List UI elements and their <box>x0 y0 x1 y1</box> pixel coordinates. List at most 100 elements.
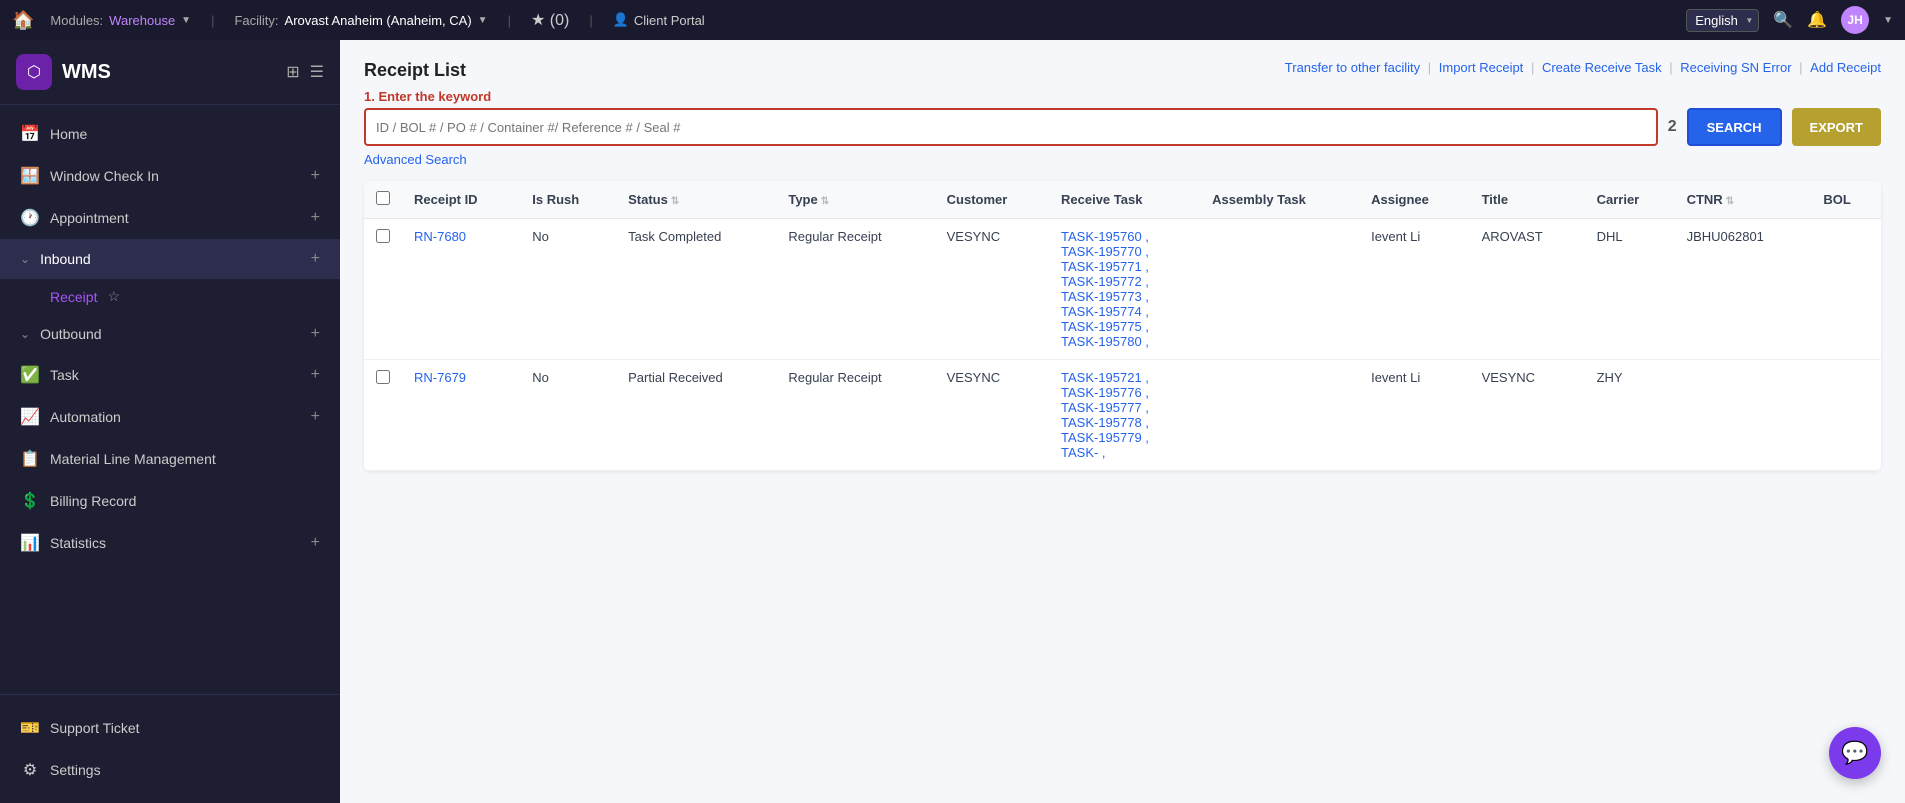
sidebar-footer: 🎫 Support Ticket ⚙ Settings <box>0 694 340 803</box>
sidebar-item-statistics[interactable]: 📊 Statistics + <box>0 522 340 564</box>
grid-icon[interactable]: ⊞ <box>286 62 299 82</box>
receive-task-link[interactable]: TASK-195778 , <box>1061 415 1188 430</box>
receive-task-link[interactable]: TASK-195770 , <box>1061 244 1188 259</box>
sidebar-item-outbound[interactable]: ⌄ Outbound + <box>0 314 340 354</box>
inbound-plus-icon[interactable]: + <box>311 250 320 268</box>
sidebar-item-automation[interactable]: 📈 Automation + <box>0 396 340 438</box>
sidebar-item-home[interactable]: 📅 Home <box>0 113 340 155</box>
receipt-id-link[interactable]: RN-7680 <box>414 229 508 244</box>
sidebar-item-settings-label: Settings <box>50 762 320 778</box>
transfer-link[interactable]: Transfer to other facility <box>1285 60 1420 75</box>
page-title: Receipt List <box>364 60 491 81</box>
search-button[interactable]: SEARCH <box>1687 108 1782 146</box>
add-receipt-link[interactable]: Add Receipt <box>1810 60 1881 75</box>
sidebar-title: WMS <box>62 61 111 84</box>
sidebar-item-billing[interactable]: 💲 Billing Record <box>0 480 340 522</box>
bell-icon[interactable]: 🔔 <box>1807 10 1827 30</box>
advanced-search-link[interactable]: Advanced Search <box>364 152 467 167</box>
receive-task-link[interactable]: TASK-195772 , <box>1061 274 1188 289</box>
sidebar-item-appointment[interactable]: 🕐 Appointment + <box>0 197 340 239</box>
modules-value: Warehouse <box>109 13 175 28</box>
sidebar-item-receipt-label: Receipt <box>50 289 97 305</box>
appointment-plus-icon[interactable]: + <box>311 209 320 227</box>
inbound-chevron-icon: ⌄ <box>20 252 30 266</box>
receive-task-link[interactable]: TASK-195773 , <box>1061 289 1188 304</box>
receive-task-link[interactable]: TASK-195771 , <box>1061 259 1188 274</box>
receive-task-link[interactable]: TASK-195774 , <box>1061 304 1188 319</box>
search-icon[interactable]: 🔍 <box>1773 10 1793 30</box>
automation-plus-icon[interactable]: + <box>311 408 320 426</box>
appointment-icon: 🕐 <box>20 208 40 228</box>
th-title: Title <box>1470 181 1585 219</box>
sidebar-item-statistics-label: Statistics <box>50 535 301 551</box>
cell-carrier: ZHY <box>1585 360 1675 471</box>
modules-section: Modules: Warehouse ▼ <box>50 13 191 28</box>
modules-dropdown-icon[interactable]: ▼ <box>181 15 191 26</box>
receive-task-link[interactable]: TASK-195776 , <box>1061 385 1188 400</box>
task-plus-icon[interactable]: + <box>311 366 320 384</box>
export-button[interactable]: EXPORT <box>1792 108 1881 146</box>
sidebar-item-window-check-in[interactable]: 🪟 Window Check In + <box>0 155 340 197</box>
page-title-section: Receipt List 1. Enter the keyword <box>364 60 491 104</box>
statistics-plus-icon[interactable]: + <box>311 534 320 552</box>
th-customer: Customer <box>935 181 1049 219</box>
window-check-in-plus-icon[interactable]: + <box>311 167 320 185</box>
sidebar-item-task[interactable]: ✅ Task + <box>0 354 340 396</box>
sidebar-item-settings[interactable]: ⚙ Settings <box>0 749 340 791</box>
outbound-plus-icon[interactable]: + <box>311 325 320 343</box>
receiving-sn-error-link[interactable]: Receiving SN Error <box>1680 60 1791 75</box>
header-row: Receipt List 1. Enter the keyword Transf… <box>364 60 1881 104</box>
favorites-icon[interactable]: ★ (0) <box>531 10 569 30</box>
automation-icon: 📈 <box>20 407 40 427</box>
receive-task-link[interactable]: TASK- , <box>1061 445 1188 460</box>
search-input[interactable] <box>376 120 1646 135</box>
cell-receive-task: TASK-195721 ,TASK-195776 ,TASK-195777 ,T… <box>1049 360 1200 471</box>
sidebar-item-inbound[interactable]: ⌄ Inbound + <box>0 239 340 279</box>
receive-task-link[interactable]: TASK-195721 , <box>1061 370 1188 385</box>
client-portal-link[interactable]: 👤 Client Portal <box>613 12 705 28</box>
settings-icon: ⚙ <box>20 760 40 780</box>
avatar[interactable]: JH <box>1841 6 1869 34</box>
table-row: RN-7680NoTask CompletedRegular ReceiptVE… <box>364 219 1881 360</box>
menu-icon[interactable]: ☰ <box>310 62 324 82</box>
table-header: Receipt ID Is Rush Status⇅ Type⇅ Custome… <box>364 181 1881 219</box>
receive-task-link[interactable]: TASK-195780 , <box>1061 334 1188 349</box>
avatar-dropdown-icon[interactable]: ▼ <box>1883 15 1893 26</box>
cell-is-rush: No <box>520 360 616 471</box>
sidebar-item-home-label: Home <box>50 126 320 142</box>
chat-float-button[interactable]: 💬 <box>1829 727 1881 779</box>
sidebar-header-icons: ⊞ ☰ <box>286 62 324 82</box>
facility-value: Arovast Anaheim (Anaheim, CA) <box>285 13 472 28</box>
ctnr-sort-icon[interactable]: ⇅ <box>1726 196 1734 207</box>
language-select[interactable]: English <box>1686 9 1759 32</box>
receive-task-link[interactable]: TASK-195760 , <box>1061 229 1188 244</box>
receive-task-link[interactable]: TASK-195775 , <box>1061 319 1188 334</box>
import-receipt-link[interactable]: Import Receipt <box>1439 60 1524 75</box>
receipt-star-icon[interactable]: ☆ <box>107 288 120 305</box>
sidebar-item-receipt[interactable]: Receipt ☆ <box>0 279 340 314</box>
type-sort-icon[interactable]: ⇅ <box>821 196 829 207</box>
th-checkbox <box>364 181 402 219</box>
receipt-id-link[interactable]: RN-7679 <box>414 370 508 385</box>
search-input-wrapper <box>364 108 1658 146</box>
outbound-chevron-icon: ⌄ <box>20 327 30 341</box>
home-icon[interactable]: 🏠 <box>12 10 34 31</box>
th-carrier: Carrier <box>1585 181 1675 219</box>
cell-assignee: Ievent Li <box>1359 219 1469 360</box>
row-checkbox[interactable] <box>376 370 390 384</box>
cell-customer: VESYNC <box>935 360 1049 471</box>
search-row: 2 SEARCH EXPORT <box>364 108 1881 146</box>
sidebar-item-support[interactable]: 🎫 Support Ticket <box>0 707 340 749</box>
receive-task-link[interactable]: TASK-195777 , <box>1061 400 1188 415</box>
sidebar-item-material-line[interactable]: 📋 Material Line Management <box>0 438 340 480</box>
sidebar-item-window-check-in-label: Window Check In <box>50 168 301 184</box>
cell-assembly-task <box>1200 360 1359 471</box>
receive-task-link[interactable]: TASK-195779 , <box>1061 430 1188 445</box>
facility-dropdown-icon[interactable]: ▼ <box>478 15 488 26</box>
select-all-checkbox[interactable] <box>376 191 390 205</box>
sidebar-item-automation-label: Automation <box>50 409 301 425</box>
create-receive-task-link[interactable]: Create Receive Task <box>1542 60 1662 75</box>
row-checkbox[interactable] <box>376 229 390 243</box>
status-sort-icon[interactable]: ⇅ <box>671 196 679 207</box>
language-selector[interactable]: English <box>1686 9 1759 32</box>
